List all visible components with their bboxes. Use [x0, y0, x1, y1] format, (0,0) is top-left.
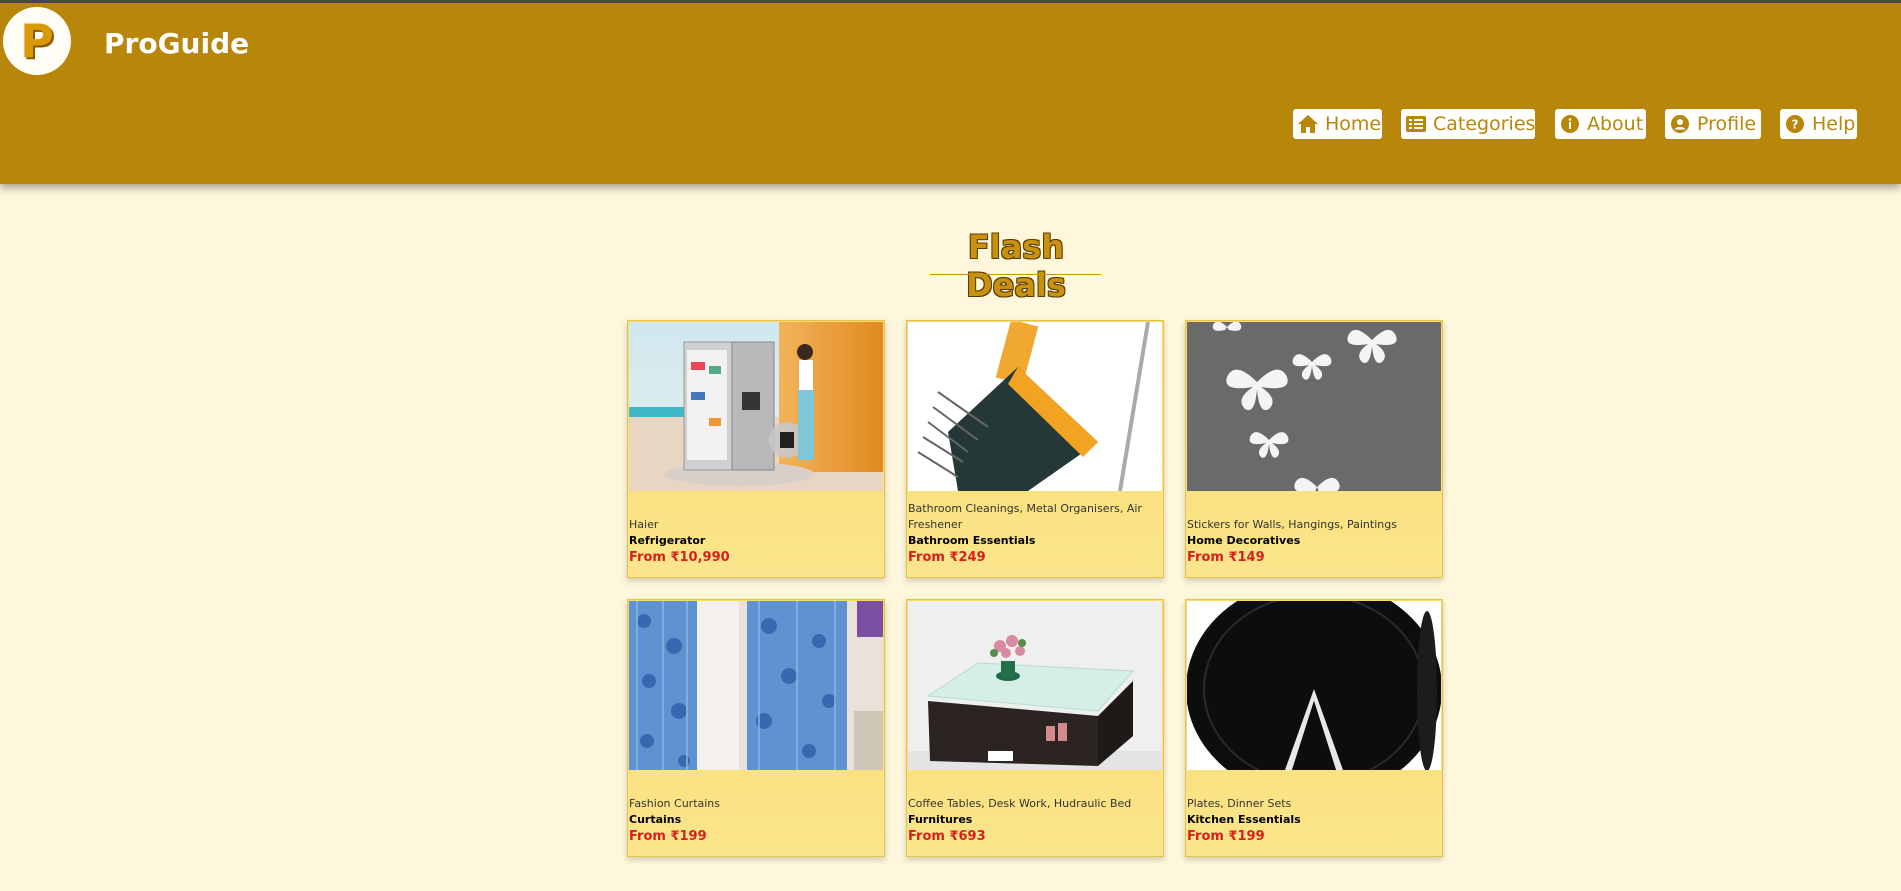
deal-info: Bathroom Cleanings, Metal Organisers, Ai…	[908, 501, 1158, 567]
black-plates-image	[1187, 601, 1441, 770]
nav-about-label: About	[1587, 113, 1644, 135]
butterfly-wall-sticker-image	[1187, 322, 1441, 491]
deal-subtitle: Haier	[629, 518, 659, 531]
logo-letter: P	[20, 14, 54, 68]
floor-wiper-image	[908, 322, 1162, 491]
deal-name: Home Decoratives	[1187, 534, 1301, 547]
deal-price: From ₹10,990	[629, 550, 730, 565]
deal-price: From ₹149	[1187, 550, 1265, 565]
nav-home-label: Home	[1325, 113, 1382, 135]
deal-card[interactable]: Plates, Dinner Sets Kitchen Essentials F…	[1185, 599, 1443, 857]
deal-name: Curtains	[629, 813, 682, 826]
deal-info: Coffee Tables, Desk Work, Hudraulic Bed …	[908, 796, 1158, 846]
deal-card[interactable]: Fashion Curtains Curtains From ₹199	[627, 599, 885, 857]
site-header: P ProGuide Home Categories About Profile…	[0, 3, 1901, 184]
info-icon	[1561, 115, 1579, 133]
deal-price: From ₹199	[1187, 829, 1265, 844]
deal-info: Plates, Dinner Sets Kitchen Essentials F…	[1187, 796, 1437, 846]
deal-info: Stickers for Walls, Hangings, Paintings …	[1187, 517, 1437, 567]
nav-categories-label: Categories	[1433, 113, 1536, 135]
deal-subtitle: Fashion Curtains	[629, 797, 721, 810]
nav-help-button[interactable]: ? Help	[1780, 109, 1857, 139]
deal-subtitle: Stickers for Walls, Hangings, Paintings	[1187, 518, 1397, 531]
user-circle-icon	[1671, 115, 1689, 133]
deal-name: Kitchen Essentials	[1187, 813, 1301, 826]
deal-info: Haier Refrigerator From ₹10,990	[629, 517, 879, 567]
nav-profile-button[interactable]: Profile	[1665, 109, 1761, 139]
nav-about-button[interactable]: About	[1555, 109, 1646, 139]
logo[interactable]: P	[3, 7, 71, 75]
deal-price: From ₹249	[908, 550, 986, 565]
question-icon: ?	[1786, 115, 1804, 133]
deal-subtitle: Bathroom Cleanings, Metal Organisers, Ai…	[908, 502, 1142, 531]
deal-card[interactable]: Stickers for Walls, Hangings, Paintings …	[1185, 320, 1443, 578]
section-title: Flash Deals	[966, 228, 1066, 304]
coffee-table-image	[908, 601, 1162, 770]
nav-help-label: Help	[1812, 113, 1856, 135]
deal-info: Fashion Curtains Curtains From ₹199	[629, 796, 879, 846]
blue-curtains-image	[629, 601, 883, 770]
home-icon	[1298, 115, 1318, 133]
brand-name[interactable]: ProGuide	[104, 27, 249, 60]
deal-subtitle: Plates, Dinner Sets	[1187, 797, 1292, 810]
deal-name: Furnitures	[908, 813, 973, 826]
deal-subtitle: Coffee Tables, Desk Work, Hudraulic Bed	[908, 797, 1132, 810]
nav-home-button[interactable]: Home	[1293, 109, 1382, 139]
deal-card[interactable]: Haier Refrigerator From ₹10,990	[627, 320, 885, 578]
deal-name: Refrigerator	[629, 534, 706, 547]
svg-text:?: ?	[1792, 118, 1799, 132]
deal-price: From ₹199	[629, 829, 707, 844]
deal-price: From ₹693	[908, 829, 986, 844]
refrigerator-image	[629, 322, 883, 491]
deal-card[interactable]: Coffee Tables, Desk Work, Hudraulic Bed …	[906, 599, 1164, 857]
list-icon	[1406, 116, 1426, 132]
nav-categories-button[interactable]: Categories	[1401, 109, 1535, 139]
deal-name: Bathroom Essentials	[908, 534, 1036, 547]
title-underline	[930, 274, 1101, 275]
nav-profile-label: Profile	[1697, 113, 1757, 135]
deal-card[interactable]: Bathroom Cleanings, Metal Organisers, Ai…	[906, 320, 1164, 578]
